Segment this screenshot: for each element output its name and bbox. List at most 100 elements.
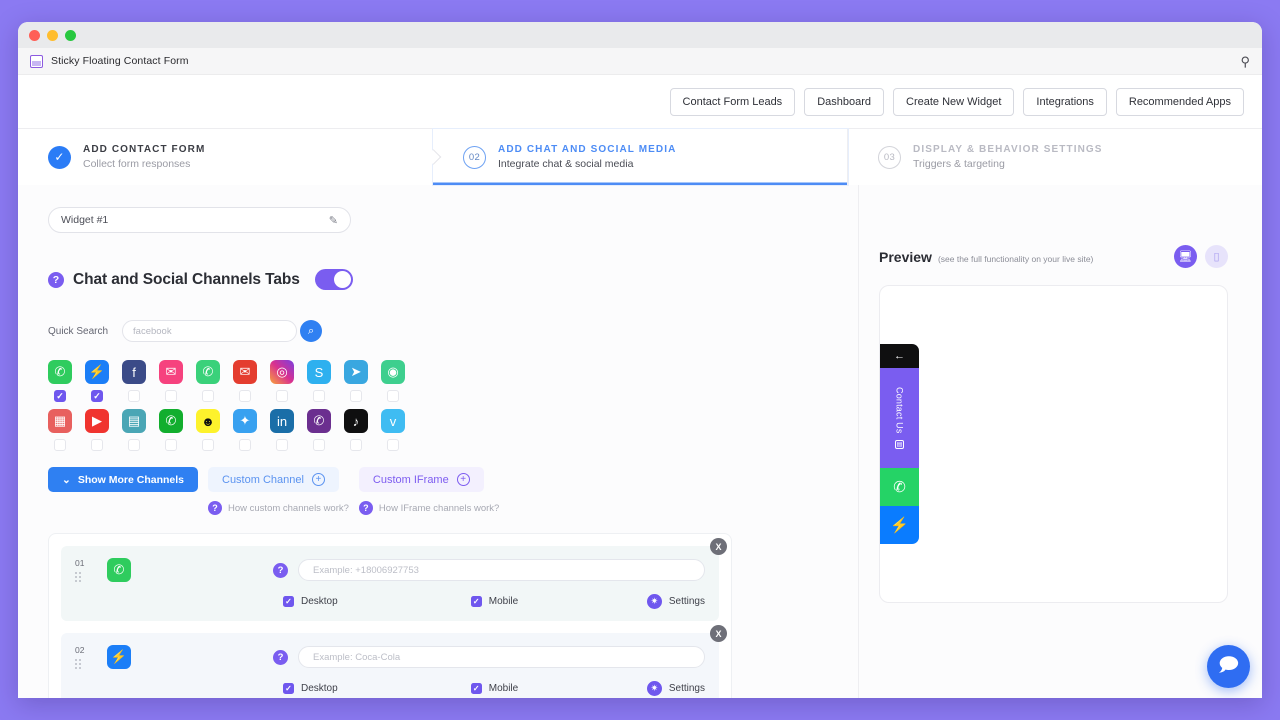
channel-cell-linkedin[interactable]: in bbox=[270, 409, 294, 451]
channel-checkbox-youtube[interactable] bbox=[91, 439, 103, 451]
channel-checkbox-twitter[interactable] bbox=[239, 439, 251, 451]
channel-checkbox-instagram[interactable] bbox=[276, 390, 288, 402]
channel-checkbox-facebook[interactable] bbox=[128, 390, 140, 402]
channel-cell-contact-form[interactable]: ▤ bbox=[122, 409, 146, 451]
channel-cell-wechat[interactable]: ✆ bbox=[159, 409, 183, 451]
channel-cell-vimeo[interactable]: v bbox=[381, 409, 405, 451]
channel-checkbox-snapchat[interactable] bbox=[202, 439, 214, 451]
channel-cell-skype[interactable]: S bbox=[307, 360, 331, 402]
channel-cell-telegram[interactable]: ➤ bbox=[344, 360, 368, 402]
search-icon[interactable]: ⌕ bbox=[300, 320, 323, 342]
channel-checkbox-location[interactable] bbox=[387, 390, 399, 402]
channel-checkbox-tiktok[interactable] bbox=[350, 439, 362, 451]
window-close-button[interactable] bbox=[29, 29, 40, 41]
step-add-chat-and-social-media[interactable]: 02 ADD CHAT AND SOCIAL MEDIA Integrate c… bbox=[433, 129, 848, 185]
channel-cell-tiktok[interactable]: ♪ bbox=[344, 409, 368, 451]
twitter-icon[interactable]: ✦ bbox=[233, 409, 257, 433]
question-icon[interactable]: ? bbox=[273, 649, 288, 665]
channel-cell-calendar[interactable]: ▦ bbox=[48, 409, 72, 451]
channel-checkbox-messenger[interactable] bbox=[91, 390, 103, 402]
step-display-behavior-settings[interactable]: 03 DISPLAY & BEHAVIOR SETTINGS Triggers … bbox=[848, 129, 1262, 185]
desktop-checkbox-group[interactable]: Desktop bbox=[283, 683, 338, 694]
mobile-checkbox[interactable] bbox=[470, 683, 482, 694]
arrow-left-icon[interactable]: ← bbox=[880, 344, 919, 368]
channel-checkbox-linkedin[interactable] bbox=[276, 439, 288, 451]
mobile-checkbox-group[interactable]: Mobile bbox=[470, 596, 518, 607]
desktop-checkbox-group[interactable]: Desktop bbox=[283, 596, 338, 607]
search-input[interactable]: facebook bbox=[122, 320, 298, 342]
channel-checkbox-sms[interactable] bbox=[165, 390, 177, 402]
linkedin-icon[interactable]: in bbox=[270, 409, 294, 433]
channel-cell-viber[interactable]: ✆ bbox=[307, 409, 331, 451]
drag-handle[interactable] bbox=[75, 659, 95, 669]
chat-social-toggle[interactable] bbox=[314, 269, 353, 290]
channel-cell-twitter[interactable]: ✦ bbox=[233, 409, 257, 451]
close-icon[interactable]: X bbox=[710, 625, 727, 642]
channel-cell-email[interactable]: ✉ bbox=[233, 360, 257, 402]
channel-cell-youtube[interactable]: ▶ bbox=[85, 409, 109, 451]
wechat-icon[interactable]: ✆ bbox=[159, 409, 183, 433]
channel-checkbox-whatsapp[interactable] bbox=[54, 390, 66, 402]
mobile-checkbox[interactable] bbox=[470, 596, 482, 607]
location-icon[interactable]: ◉ bbox=[381, 360, 405, 384]
email-icon[interactable]: ✉ bbox=[233, 360, 257, 384]
channel-checkbox-contact-form[interactable] bbox=[128, 439, 140, 451]
channel-checkbox-viber[interactable] bbox=[313, 439, 325, 451]
whatsapp-value-input[interactable]: Example: +18006927753 bbox=[298, 559, 705, 581]
channel-checkbox-vimeo[interactable] bbox=[387, 439, 399, 451]
channel-cell-whatsapp[interactable]: ✆ bbox=[48, 360, 72, 402]
preview-whatsapp-tab[interactable]: ✆ bbox=[880, 468, 919, 506]
channel-cell-phone[interactable]: ✆ bbox=[196, 360, 220, 402]
snapchat-icon[interactable]: ☻ bbox=[196, 409, 220, 433]
channel-checkbox-wechat[interactable] bbox=[165, 439, 177, 451]
show-more-channels-button[interactable]: ⌄ Show More Channels bbox=[48, 467, 198, 492]
custom-iframe-hint[interactable]: ? How IFrame channels work? bbox=[358, 501, 499, 515]
channel-cell-messenger[interactable]: ⚡ bbox=[85, 360, 109, 402]
question-icon[interactable]: ? bbox=[48, 271, 64, 288]
whatsapp-icon[interactable]: ✆ bbox=[48, 360, 72, 384]
custom-iframe-button[interactable]: Custom IFrame + bbox=[358, 467, 484, 492]
close-icon[interactable]: X bbox=[710, 538, 727, 555]
drag-handle[interactable] bbox=[75, 572, 95, 582]
channel-cell-location[interactable]: ◉ bbox=[381, 360, 405, 402]
integrations-button[interactable]: Integrations bbox=[1023, 87, 1107, 116]
tiktok-icon[interactable]: ♪ bbox=[344, 409, 368, 433]
desktop-icon[interactable]: 🖥 bbox=[1174, 245, 1197, 268]
messenger-value-input[interactable]: Example: Coca-Cola bbox=[298, 646, 705, 668]
settings-button[interactable]: ✷ Settings bbox=[646, 594, 705, 609]
channel-checkbox-telegram[interactable] bbox=[350, 390, 362, 402]
recommended-apps-button[interactable]: Recommended Apps bbox=[1115, 87, 1244, 116]
facebook-icon[interactable]: f bbox=[122, 360, 146, 384]
channel-checkbox-phone[interactable] bbox=[202, 390, 214, 402]
messenger-icon[interactable]: ⚡ bbox=[85, 360, 109, 384]
instagram-icon[interactable]: ◎ bbox=[270, 360, 294, 384]
question-icon[interactable]: ? bbox=[273, 562, 288, 578]
dashboard-button[interactable]: Dashboard bbox=[804, 87, 885, 116]
calendar-icon[interactable]: ▦ bbox=[48, 409, 72, 433]
custom-channel-button[interactable]: Custom Channel + bbox=[208, 467, 339, 492]
contact-form-icon[interactable]: ▤ bbox=[122, 409, 146, 433]
mobile-icon[interactable]: ▯ bbox=[1205, 245, 1228, 268]
create-new-widget-button[interactable]: Create New Widget bbox=[893, 87, 1015, 116]
step-add-contact-form[interactable]: ✓ ADD CONTACT FORM Collect form response… bbox=[18, 129, 442, 185]
channel-checkbox-calendar[interactable] bbox=[54, 439, 66, 451]
viber-icon[interactable]: ✆ bbox=[307, 409, 331, 433]
desktop-checkbox[interactable] bbox=[283, 596, 294, 607]
preview-messenger-tab[interactable]: ⚡ bbox=[880, 506, 919, 544]
contact-form-leads-button[interactable]: Contact Form Leads bbox=[669, 87, 796, 116]
contact-us-tab[interactable]: Contact Us ▤ bbox=[880, 368, 919, 468]
mobile-checkbox-group[interactable]: Mobile bbox=[470, 683, 518, 694]
channel-cell-snapchat[interactable]: ☻ bbox=[196, 409, 220, 451]
channel-checkbox-skype[interactable] bbox=[313, 390, 325, 402]
channel-cell-instagram[interactable]: ◎ bbox=[270, 360, 294, 402]
vimeo-icon[interactable]: v bbox=[381, 409, 405, 433]
sms-icon[interactable]: ✉ bbox=[159, 360, 183, 384]
window-maximize-button[interactable] bbox=[65, 29, 76, 41]
pencil-icon[interactable]: ✎ bbox=[329, 214, 338, 227]
telegram-icon[interactable]: ➤ bbox=[344, 360, 368, 384]
channel-cell-facebook[interactable]: f bbox=[122, 360, 146, 402]
pin-icon[interactable]: ⚲ bbox=[1240, 55, 1250, 68]
widget-name-input[interactable]: Widget #1 ✎ bbox=[48, 207, 351, 233]
skype-icon[interactable]: S bbox=[307, 360, 331, 384]
window-minimize-button[interactable] bbox=[47, 29, 58, 41]
